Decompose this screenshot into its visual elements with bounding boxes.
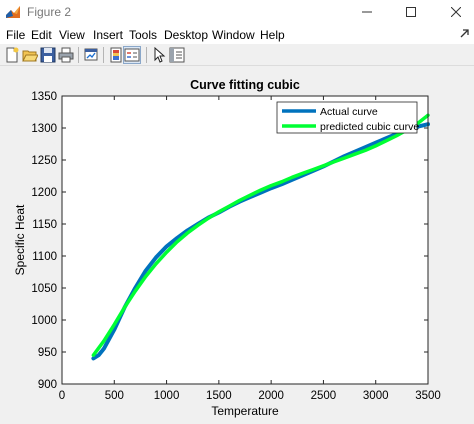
property-inspector-icon[interactable] xyxy=(169,47,185,63)
close-icon xyxy=(451,7,461,17)
menu-bar: File Edit View Insert Tools Desktop Wind… xyxy=(0,24,474,44)
toolbar-separator xyxy=(103,47,104,63)
minimize-button[interactable] xyxy=(351,0,383,24)
print-icon[interactable] xyxy=(58,47,74,63)
x-tick-label: 2500 xyxy=(311,390,337,402)
x-tick-label: 1000 xyxy=(154,390,180,402)
menu-view[interactable]: View xyxy=(59,28,85,42)
toolbar-separator xyxy=(78,47,79,63)
legend-label-predicted: predicted cubic curve xyxy=(320,121,419,133)
link-plot-icon[interactable] xyxy=(83,47,99,63)
window-title: Figure 2 xyxy=(27,5,72,19)
save-icon[interactable] xyxy=(40,47,56,63)
x-tick-label: 500 xyxy=(105,390,124,402)
plot-area[interactable]: Curve fitting cubic 0 500 1000 1500 2000 2500… xyxy=(0,67,474,424)
y-tick-label: 1350 xyxy=(31,91,57,103)
legend-label-actual: Actual curve xyxy=(320,106,378,118)
menu-file[interactable]: File xyxy=(6,28,25,42)
y-axis-label: Specific Heat xyxy=(13,204,27,275)
y-tick-label: 1300 xyxy=(31,123,57,135)
menu-desktop[interactable]: Desktop xyxy=(164,28,208,42)
axes-background xyxy=(62,96,428,384)
legend[interactable]: Actual curve predicted cubic curve xyxy=(276,101,419,134)
x-tick-label: 0 xyxy=(59,390,65,402)
x-tick-label: 3000 xyxy=(363,390,389,402)
open-file-icon[interactable] xyxy=(22,47,38,63)
dock-arrow-icon[interactable] xyxy=(459,27,471,39)
menu-window[interactable]: Window xyxy=(212,28,255,42)
menu-tools[interactable]: Tools xyxy=(129,28,157,42)
edit-plot-arrow-icon[interactable] xyxy=(151,47,167,63)
y-tick-label: 1150 xyxy=(32,219,57,231)
y-tick-label: 1250 xyxy=(31,155,57,167)
figure-canvas[interactable]: Curve fitting cubic 0 500 1000 1500 2000 2500… xyxy=(0,67,474,424)
menu-edit[interactable]: Edit xyxy=(31,28,52,42)
colorbar-icon[interactable] xyxy=(108,47,124,63)
x-tick-label: 2000 xyxy=(258,390,284,402)
y-tick-label: 1100 xyxy=(32,251,57,263)
y-tick-label: 900 xyxy=(38,379,57,391)
menu-help[interactable]: Help xyxy=(260,28,285,42)
x-tick-label: 3500 xyxy=(415,390,441,402)
y-tick-label: 1000 xyxy=(31,315,57,327)
y-tick-label: 950 xyxy=(38,347,57,359)
chart-title: Curve fitting cubic xyxy=(190,78,300,92)
window-titlebar: Figure 2 xyxy=(0,0,474,24)
legend-icon[interactable] xyxy=(124,47,140,63)
maximize-button[interactable] xyxy=(395,0,427,24)
minimize-icon xyxy=(362,11,372,13)
matlab-figure-icon xyxy=(6,6,20,18)
x-axis-label: Temperature xyxy=(211,404,279,418)
toolbar-separator xyxy=(146,47,147,63)
x-tick-label: 1500 xyxy=(206,390,232,402)
maximize-icon xyxy=(406,7,416,17)
new-figure-icon[interactable] xyxy=(4,47,20,63)
menu-insert[interactable]: Insert xyxy=(93,28,123,42)
y-tick-label: 1200 xyxy=(31,187,57,199)
figure-toolbar xyxy=(0,44,474,66)
close-button[interactable] xyxy=(440,0,472,24)
y-tick-label: 1050 xyxy=(31,283,57,295)
